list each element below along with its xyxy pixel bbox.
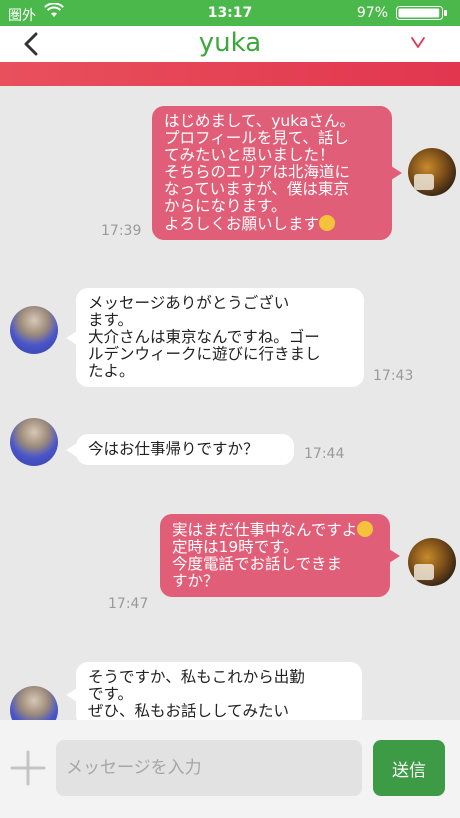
message-timestamp: 17:47	[108, 596, 149, 612]
plus-icon[interactable]	[10, 750, 46, 786]
battery-percent: 97%	[356, 5, 388, 21]
message-timestamp: 17:43	[373, 368, 414, 384]
my-avatar[interactable]	[408, 148, 456, 196]
message-text: そうですか、私もこれから出勤 です。 ぜひ、私もお話ししてみたい	[88, 668, 305, 720]
status-bar: 圏外 13:17 97%	[0, 0, 460, 26]
message-timestamp: 17:39	[101, 223, 142, 239]
chevron-down-icon[interactable]	[410, 34, 426, 50]
battery-icon	[396, 6, 447, 20]
yuka-avatar[interactable]	[10, 686, 58, 720]
message-text: 今はお仕事帰りですか？	[88, 440, 259, 458]
clock: 13:17	[207, 5, 253, 21]
message-bubble-outgoing: はじめまして、yukaさん。 プロフィールを見て、話し てみたいと思いました！ …	[152, 106, 402, 240]
message-bubble-incoming: 今はお仕事帰りですか？	[66, 434, 294, 465]
message-bubble-incoming: メッセージありがとうござい ます。 大介さんは東京なんですね。ゴー ルデンウィー…	[66, 288, 364, 387]
navigation-bar: yuka	[0, 26, 460, 62]
message-composer: 送信	[0, 720, 460, 818]
yuka-avatar[interactable]	[10, 306, 58, 354]
send-button[interactable]: 送信	[373, 740, 445, 796]
conversation-title: yuka	[198, 28, 262, 58]
yuka-avatar[interactable]	[10, 418, 58, 466]
message-text: 定時は19時です。 今度電話でお話しできま すか？	[172, 538, 343, 590]
message-text: メッセージありがとうござい ます。 大介さんは東京なんですね。ゴー ルデンウィー…	[88, 294, 321, 380]
my-avatar[interactable]	[408, 538, 456, 586]
header-accent-stripe	[0, 62, 460, 86]
smiling-face-emoji-icon	[319, 215, 336, 231]
message-input[interactable]	[56, 740, 362, 796]
message-bubble-outgoing: 実はまだ仕事中なんですよ 定時は19時です。 今度電話でお話しできま すか？	[160, 514, 400, 597]
message-text: 実はまだ仕事中なんですよ	[172, 521, 358, 539]
message-bubble-incoming: そうですか、私もこれから出勤 です。 ぜひ、私もお話ししてみたい	[66, 662, 362, 720]
message-timestamp: 17:44	[304, 446, 345, 462]
message-list[interactable]: はじめまして、yukaさん。 プロフィールを見て、話し てみたいと思いました！ …	[0, 86, 460, 720]
sweat-smile-emoji-icon	[357, 521, 374, 537]
